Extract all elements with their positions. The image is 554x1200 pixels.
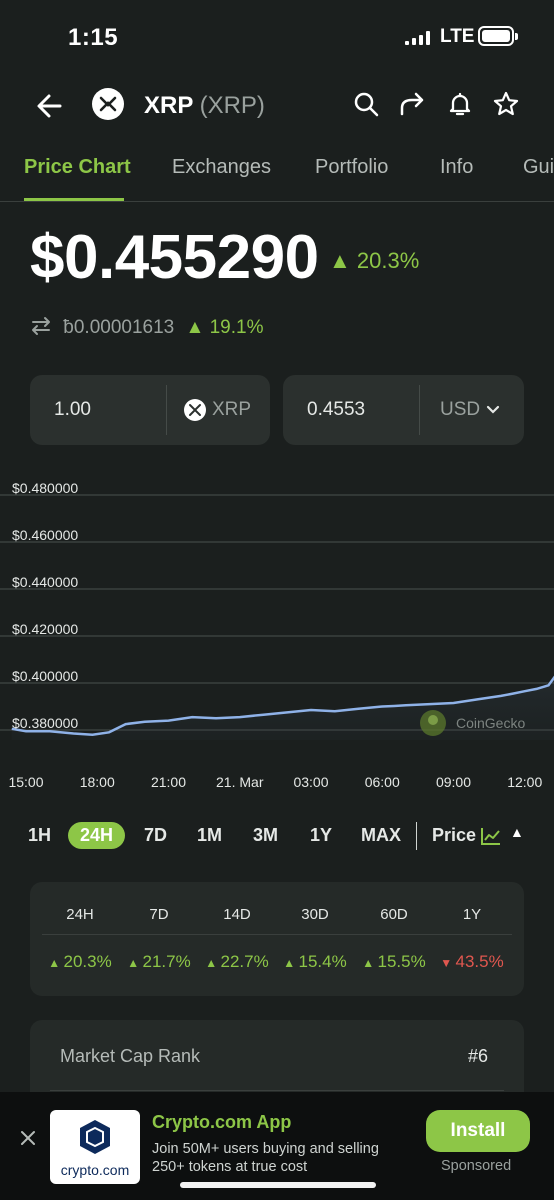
y-tick-label: $0.420000 <box>12 621 78 637</box>
share-icon[interactable] <box>398 90 426 118</box>
price-change: ▲ 20.3% <box>329 248 419 274</box>
app-header: XRP (XRP) <box>0 74 554 136</box>
market-cap-rank-value: #6 <box>467 1046 488 1066</box>
ad-description: Join 50M+ users buying and selling 250+ … <box>152 1140 412 1176</box>
tab-guide[interactable]: Gui <box>523 156 554 179</box>
tab-exchanges[interactable]: Exchanges <box>172 156 271 179</box>
divider <box>50 1090 504 1091</box>
x-tick-label: 15:00 <box>8 774 43 790</box>
range-selector: 1H 24H 7D 1M 3M 1Y MAX Price ▲ <box>0 822 554 852</box>
x-tick-label: 21. Mar <box>216 774 264 790</box>
tab-price-chart[interactable]: Price Chart <box>24 156 131 179</box>
perf-change: ▲ 21.7% <box>127 952 191 971</box>
install-button[interactable]: Install <box>426 1110 530 1152</box>
svg-text:CoinGecko: CoinGecko <box>456 715 525 731</box>
currency-select[interactable]: USD <box>440 399 480 421</box>
up-arrow-icon: ▲ <box>329 248 351 273</box>
y-tick-label: $0.480000 <box>12 480 78 496</box>
y-tick-label: $0.400000 <box>12 668 78 684</box>
status-time: 1:15 <box>68 24 119 51</box>
home-indicator[interactable] <box>180 1182 376 1188</box>
divider <box>416 822 417 850</box>
btc-price: ƀ0.00001613 <box>63 317 175 338</box>
caret-up-icon[interactable]: ▲ <box>510 824 524 840</box>
divider <box>42 934 512 935</box>
tab-portfolio[interactable]: Portfolio <box>315 156 388 179</box>
current-price: $0.455290 <box>30 223 319 292</box>
chevron-down-icon[interactable] <box>486 405 500 415</box>
xrp-logo-icon <box>92 88 124 120</box>
fiat-amount-box[interactable]: 0.4553 USD <box>283 375 524 445</box>
sponsored-label: Sponsored <box>441 1158 512 1174</box>
ad-title[interactable]: Crypto.com App <box>152 1112 291 1133</box>
price-change-value: 20.3% <box>356 248 420 273</box>
active-tab-indicator <box>24 198 124 201</box>
range-max[interactable]: MAX <box>361 825 401 846</box>
x-tick-label: 21:00 <box>151 774 186 790</box>
x-tick-label: 09:00 <box>436 774 471 790</box>
range-1h[interactable]: 1H <box>28 825 51 846</box>
performance-card: 24H 7D 14D 30D 60D 1Y ▲ 20.3% ▲ 21.7% ▲ … <box>30 882 524 996</box>
signal-icon <box>405 31 430 45</box>
perf-period: 1Y <box>462 906 482 923</box>
x-tick-label: 03:00 <box>293 774 328 790</box>
x-tick-label: 06:00 <box>365 774 400 790</box>
line-chart-icon[interactable] <box>480 826 502 846</box>
perf-period: 7D <box>149 906 169 923</box>
y-tick-label: $0.460000 <box>12 527 78 543</box>
price-chart[interactable]: CoinGecko $0.480000 $0.460000 $0.440000 $0.… <box>0 480 554 800</box>
back-arrow-icon[interactable] <box>32 88 68 124</box>
perf-period: 24H <box>66 906 94 923</box>
chart-mode-toggle[interactable]: Price <box>432 825 476 846</box>
star-icon[interactable] <box>492 90 520 118</box>
y-tick-label: $0.440000 <box>12 574 78 590</box>
tab-bar: Price Chart Exchanges Portfolio Info Gui <box>0 136 554 202</box>
coin-title: XRP (XRP) <box>144 92 265 120</box>
btc-change-value: 19.1% <box>209 317 264 338</box>
coin-name: XRP <box>144 92 193 119</box>
bell-icon[interactable] <box>446 90 474 118</box>
y-tick-label: $0.380000 <box>12 715 78 731</box>
chart-area-fill <box>11 677 554 740</box>
ad-desc-line: Join 50M+ users buying and selling <box>152 1141 379 1157</box>
perf-change: ▲ 20.3% <box>48 952 112 971</box>
status-bar: 1:15 LTE <box>0 0 554 74</box>
swap-arrows-icon <box>32 317 50 335</box>
perf-change: ▲ 15.5% <box>362 952 426 971</box>
perf-change: ▲ 22.7% <box>205 952 269 971</box>
btc-change: ▲ 19.1% <box>185 317 264 338</box>
tab-info[interactable]: Info <box>440 156 473 179</box>
x-tick-label: 12:00 <box>507 774 542 790</box>
perf-period: 14D <box>223 906 251 923</box>
range-3m[interactable]: 3M <box>253 825 278 846</box>
x-tick-label: 18:00 <box>80 774 115 790</box>
divider <box>166 385 167 435</box>
perf-period: 30D <box>301 906 329 923</box>
coin-amount-box[interactable]: 1.00 XRP <box>30 375 270 445</box>
range-1y[interactable]: 1Y <box>310 825 332 846</box>
range-7d[interactable]: 7D <box>144 825 167 846</box>
divider <box>419 385 420 435</box>
coin-unit: XRP <box>212 399 252 420</box>
xrp-small-icon <box>184 399 206 421</box>
perf-change: ▼ 43.5% <box>440 952 504 971</box>
range-24h[interactable]: 24H <box>68 822 126 849</box>
coin-symbol: (XRP) <box>199 92 265 119</box>
close-icon[interactable] <box>18 1128 38 1148</box>
ad-logo-text: crypto.com <box>60 1162 130 1178</box>
perf-change: ▲ 15.4% <box>283 952 347 971</box>
crypto-com-logo[interactable]: crypto.com <box>50 1110 140 1184</box>
perf-period: 60D <box>380 906 408 923</box>
battery-icon <box>478 26 518 46</box>
range-1m[interactable]: 1M <box>197 825 222 846</box>
ad-desc-line: 250+ tokens at true cost <box>152 1159 308 1175</box>
market-cap-rank-label: Market Cap Rank <box>60 1046 201 1066</box>
search-icon[interactable] <box>352 90 380 118</box>
btc-price-row: ƀ0.00001613 ▲ 19.1% <box>30 316 263 339</box>
shield-icon <box>80 1120 110 1154</box>
fiat-amount-input[interactable]: 0.4553 <box>307 399 365 421</box>
network-type: LTE <box>440 26 475 47</box>
coin-amount-input[interactable]: 1.00 <box>54 399 91 421</box>
